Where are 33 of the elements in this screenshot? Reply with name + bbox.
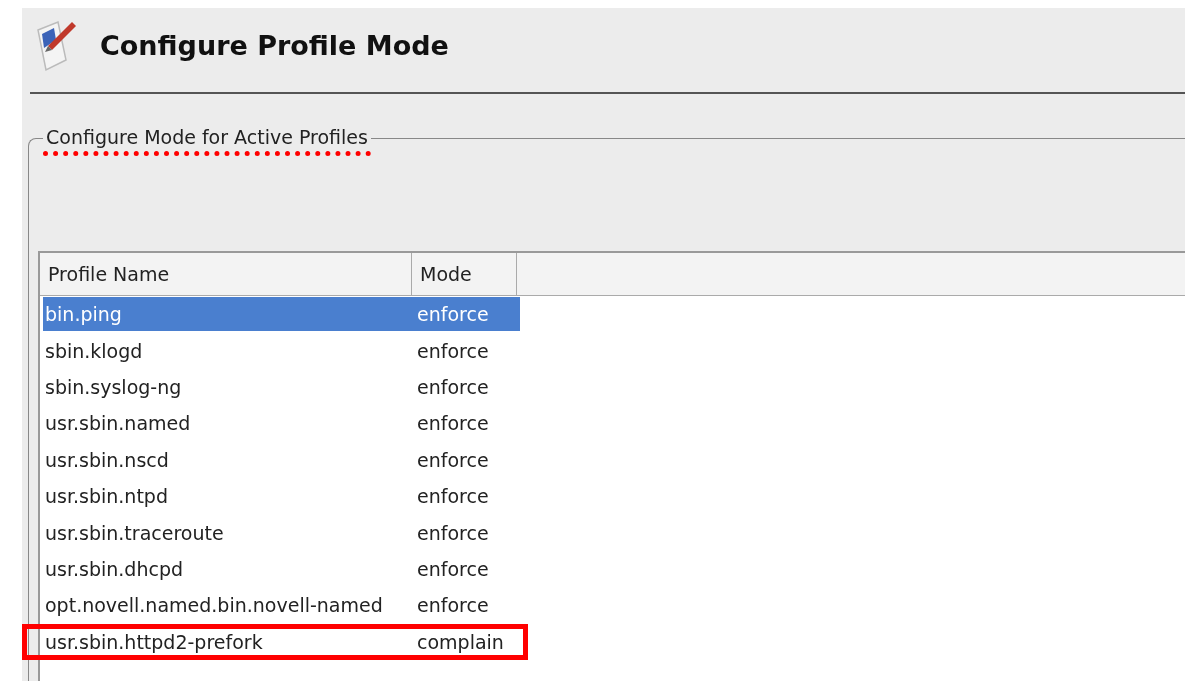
table-cell-text: enforce — [416, 376, 490, 398]
table-cell-text: opt.novell.named.bin.novell-named — [44, 594, 384, 617]
table-cell-text: usr.sbin.httpd2-prefork — [44, 630, 264, 653]
table-cell-text: enforce — [416, 339, 490, 362]
table-row[interactable]: opt.novell.named.bin.novell-named enforce — [22, 587, 528, 624]
table-cell-text: usr.sbin.nscd — [44, 448, 170, 471]
table-cell-text: usr.sbin.named — [44, 412, 192, 435]
table-cell-text: sbin.syslog-ng — [44, 376, 183, 398]
table-cell-text: sbin.klogd — [44, 339, 144, 362]
table-cell-text: usr.sbin.ntpd — [44, 485, 169, 508]
table-row[interactable]: sbin.klogd enforce — [22, 332, 528, 369]
table-row[interactable]: usr.sbin.httpd2-prefork complain — [22, 623, 528, 660]
table-cell-text: enforce — [416, 557, 490, 580]
table-cell-text: usr.sbin.dhcpd — [44, 557, 185, 580]
table-cell-text: enforce — [416, 303, 490, 326]
table-row[interactable]: usr.sbin.dhcpd enforce — [22, 550, 528, 588]
table-cell-text: enforce — [416, 412, 490, 435]
table-cell-text: enforce — [416, 448, 490, 471]
group-title: Configure Mode for Active Profiles — [43, 126, 371, 156]
column-header[interactable]: Mode — [412, 253, 517, 295]
table-cell-text: enforce — [416, 594, 490, 617]
table-cell-text: complain — [416, 630, 505, 653]
table-cell-text: enforce — [416, 521, 490, 544]
column-header[interactable]: Profile Name — [40, 253, 412, 295]
table-row[interactable]: usr.sbin.traceroute enforce — [22, 514, 528, 551]
window-title: Configure Profile Mode — [100, 29, 449, 61]
table-cell-text: usr.sbin.traceroute — [44, 521, 225, 544]
table-row[interactable]: usr.sbin.named enforce — [22, 405, 528, 442]
table-row[interactable]: sbin.syslog-ng enforce — [22, 368, 528, 406]
table-row[interactable]: usr.sbin.ntpd enforce — [22, 477, 528, 515]
table-row[interactable]: usr.sbin.nscd enforce — [22, 441, 528, 478]
table-cell-text: enforce — [416, 485, 490, 508]
table-cell-text: bin.ping — [44, 303, 123, 326]
